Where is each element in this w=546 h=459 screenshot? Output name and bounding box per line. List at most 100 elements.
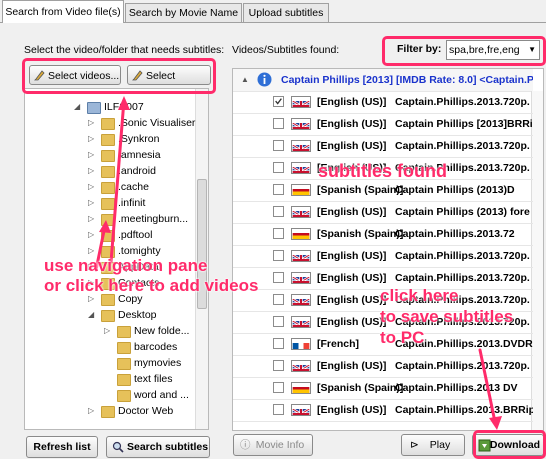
tab-search-video-files[interactable]: Search from Video file(s): [2, 0, 124, 23]
play-icon: ⊳: [410, 439, 419, 451]
tree-node-label: barcodes: [134, 341, 178, 353]
expander-icon[interactable]: ◢: [74, 99, 80, 115]
subtitle-title: Captain Phillips (2013)D: [395, 184, 515, 196]
expander-icon[interactable]: ▷: [88, 163, 94, 179]
annotation-subtitles-found: subtitles found: [318, 161, 447, 181]
folder-icon: [101, 182, 115, 194]
tree-node-label: .android: [118, 165, 156, 177]
subtitle-list[interactable]: ▲ Captain Phillips [2013] [IMDB Rate: 8.…: [232, 68, 544, 431]
movie-header-row[interactable]: ▲ Captain Phillips [2013] [IMDB Rate: 8.…: [233, 69, 533, 92]
expander-icon[interactable]: ◢: [88, 307, 94, 323]
subtitle-checkbox[interactable]: [273, 360, 284, 371]
subtitle-language: [Spanish (Spain)]: [317, 228, 404, 240]
subtitle-checkbox[interactable]: [273, 294, 284, 305]
subtitle-checkbox[interactable]: [273, 184, 284, 195]
expander-icon[interactable]: ▷: [88, 195, 94, 211]
subtitle-language: [English (US)]: [317, 96, 387, 108]
highlight-filter: [382, 36, 546, 66]
search-subtitles-label: Search subtitles: [127, 441, 209, 453]
subtitle-language: [English (US)]: [317, 404, 387, 416]
subtitle-row[interactable]: [English (US)] Captain.Phillips.2013.720p…: [233, 135, 533, 158]
user-icon: [87, 102, 101, 114]
expander-icon[interactable]: ▷: [88, 131, 94, 147]
fr-flag-icon: [291, 338, 311, 350]
subtitle-title: Captain Phillips (2013) fore: [395, 206, 530, 218]
folder-icon: [117, 358, 131, 370]
subtitle-checkbox[interactable]: [273, 338, 284, 349]
annotation-save-line2: to save subtitles: [380, 307, 514, 326]
subtitle-title: Captain.Phillips.2013.720p.: [395, 360, 530, 372]
es-flag-icon: [291, 184, 311, 196]
subtitle-checkbox[interactable]: [273, 140, 284, 151]
uk-flag-icon: [291, 140, 311, 152]
es-flag-icon: [291, 228, 311, 240]
subtitle-row[interactable]: [Spanish (Spain)] Captain.Phillips.2013.7…: [233, 223, 533, 246]
folder-icon: [101, 310, 115, 322]
expander-icon[interactable]: ▷: [88, 403, 94, 419]
subtitle-checkbox[interactable]: [273, 118, 284, 129]
annotation-nav-line1: use navigation pane: [44, 256, 208, 275]
expander-icon[interactable]: ▷: [88, 179, 94, 195]
subtitle-row[interactable]: [English (US)] Captain Phillips (2013) fo…: [233, 201, 533, 224]
subtitle-row[interactable]: [Spanish (Spain)] Captain Phillips (2013)…: [233, 179, 533, 202]
tree-node-label: mymovies: [134, 357, 182, 369]
subtitle-row[interactable]: [English (US)] Captain Phillips [2013]BRR…: [233, 113, 533, 136]
subtitle-row[interactable]: [English (US)] Captain.Phillips.2013.BRRi…: [233, 399, 533, 422]
expander-icon[interactable]: ▷: [88, 211, 94, 227]
subtitle-language: [French]: [317, 338, 359, 350]
subtitle-checkbox[interactable]: [273, 404, 284, 415]
magnifier-icon: [112, 441, 124, 453]
es-flag-icon: [291, 382, 311, 394]
uk-flag-icon: [291, 404, 311, 416]
expander-icon[interactable]: ▷: [104, 323, 110, 339]
tab-upload-subtitles[interactable]: Upload subtitles: [243, 3, 329, 22]
folder-icon: [101, 230, 115, 242]
subtitle-checkbox[interactable]: [273, 162, 284, 173]
tree-node-label: word and ...: [134, 389, 189, 401]
select-prompt: Select the video/folder that needs subti…: [24, 44, 225, 56]
subtitle-row[interactable]: [English (US)] Captain.Phillips.2013.720p…: [233, 91, 533, 114]
subtitle-checkbox[interactable]: [273, 206, 284, 217]
expander-icon[interactable]: ▷: [88, 115, 94, 131]
info-icon: [257, 72, 272, 87]
tree-node-label: .cache: [118, 181, 149, 193]
subtitle-language: [English (US)]: [317, 294, 387, 306]
subtitle-row[interactable]: [English (US)] Captain.Phillips.2013.720p…: [233, 355, 533, 378]
subtitle-language: [English (US)]: [317, 360, 387, 372]
folder-icon: [101, 198, 115, 210]
tree-node-label: .amnesia: [118, 149, 161, 161]
subtitle-checkbox[interactable]: [273, 316, 284, 327]
search-subtitles-button[interactable]: Search subtitles: [106, 436, 210, 458]
uk-flag-icon: [291, 206, 311, 218]
subtitle-checkbox[interactable]: [273, 272, 284, 283]
tree-node-label: .meetingburn...: [118, 213, 189, 225]
folder-icon: [117, 342, 131, 354]
annotation-nav-line2: or click here to add videos: [44, 276, 259, 295]
subtitle-title: Captain.Phillips.2013.72: [395, 228, 515, 240]
uk-flag-icon: [291, 294, 311, 306]
tree-node-label: text files: [134, 373, 173, 385]
folder-icon: [117, 390, 131, 402]
refresh-list-button[interactable]: Refresh list: [26, 436, 98, 458]
play-button[interactable]: ⊳ Play: [401, 434, 465, 456]
subtitle-checkbox[interactable]: [273, 382, 284, 393]
highlight-select-buttons: [22, 58, 216, 94]
tab-search-movie-name[interactable]: Search by Movie Name: [125, 3, 242, 22]
subtitle-checkbox[interactable]: [273, 250, 284, 261]
tree-node-label: New folde...: [134, 325, 190, 337]
folder-icon: [117, 326, 131, 338]
tree-node-label: ILFS007: [104, 101, 144, 113]
subtitle-language: [English (US)]: [317, 316, 387, 328]
folder-icon: [101, 134, 115, 146]
subtitle-checkbox[interactable]: [273, 228, 284, 239]
movie-info-button[interactable]: ⓘ Movie Info: [233, 434, 313, 456]
tree-node-label: Desktop: [118, 309, 157, 321]
checkmark-icon: [275, 98, 282, 105]
subtitle-row[interactable]: [Spanish (Spain)] Captain.Phillips.2013 D…: [233, 377, 533, 400]
expander-icon[interactable]: ▷: [88, 147, 94, 163]
subtitle-checkbox[interactable]: [273, 96, 284, 107]
tree-node-label: .Sonic Visualiser: [118, 117, 196, 129]
subtitle-row[interactable]: [English (US)] Captain.Phillips.2013.720p…: [233, 245, 533, 268]
subtitle-language: [English (US)]: [317, 140, 387, 152]
expander-icon[interactable]: ▷: [88, 227, 94, 243]
